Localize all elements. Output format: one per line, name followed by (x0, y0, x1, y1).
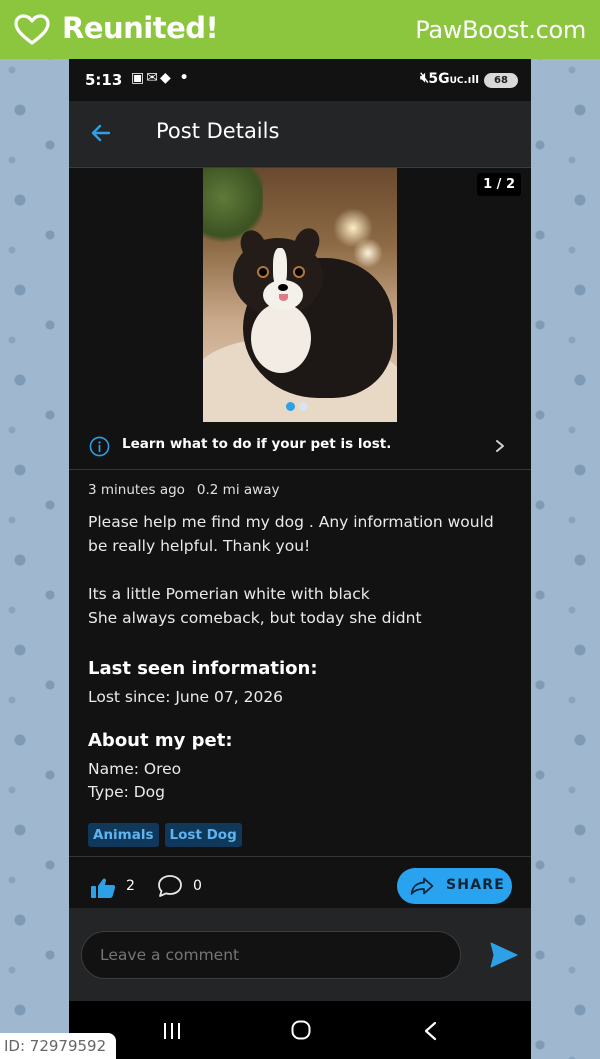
reunited-title: Reunited! (62, 11, 219, 45)
battery-level: 68 (494, 75, 508, 86)
post-body: Please help me find my dog . Any informa… (88, 510, 518, 630)
info-icon (89, 436, 110, 457)
status-bar: 5:13 ▣✉◆ • 🔇︎ 5GUC.ıll 68 (69, 59, 531, 101)
home-icon[interactable] (291, 1020, 311, 1040)
battery-indicator: 68 (484, 73, 518, 88)
share-button[interactable]: SHARE (397, 868, 512, 904)
dog-eye (295, 268, 303, 276)
chevron-right-icon (496, 440, 504, 452)
comment-bar (69, 908, 531, 1001)
network-indicator: 5GUC.ıll (428, 71, 479, 87)
pet-photo[interactable] (203, 168, 397, 422)
system-back-icon[interactable] (423, 1021, 437, 1041)
tag-lost-dog[interactable]: Lost Dog (164, 823, 242, 847)
share-label: SHARE (446, 877, 505, 893)
network-sub-label: UC (449, 76, 464, 86)
gallery-pagination (286, 402, 308, 411)
tag-list: Animals Lost Dog (88, 823, 242, 847)
reunited-banner: Reunited! PawBoost.com (0, 0, 600, 59)
dog-chest (251, 303, 311, 373)
post-distance: 0.2 mi away (196, 482, 280, 498)
status-time: 5:13 (85, 71, 123, 89)
network-label: 5G (428, 71, 450, 87)
recent-apps-icon[interactable] (162, 1022, 182, 1040)
system-nav-bar (69, 1001, 531, 1059)
pet-type: Type: Dog (88, 783, 166, 801)
dog-eye (259, 268, 267, 276)
like-count: 2 (126, 878, 135, 894)
phone-screen: 5:13 ▣✉◆ • 🔇︎ 5GUC.ıll 68 Post Details 1… (69, 59, 531, 1059)
last-seen-heading: Last seen information: (88, 658, 318, 679)
gallery-counter: 1 / 2 (477, 173, 521, 196)
post-actions: 2 0 SHARE (69, 856, 531, 908)
dog-nose (278, 284, 288, 291)
post-meta: 3 minutes ago 0.2 mi away (88, 482, 279, 498)
gallery-dot-active[interactable] (286, 402, 295, 411)
comment-icon[interactable] (157, 874, 183, 898)
notification-icons: ▣✉◆ • (131, 70, 191, 86)
brand-name: PawBoost.com (415, 16, 586, 44)
learn-text: Learn what to do if your pet is lost. (122, 436, 392, 452)
tag-animals[interactable]: Animals (88, 823, 159, 847)
app-bar: Post Details (69, 101, 531, 168)
lost-since: Lost since: June 07, 2026 (88, 688, 284, 706)
page-title: Post Details (156, 119, 280, 143)
post-time: 3 minutes ago (88, 482, 185, 498)
signal-icon: .ıll (463, 73, 480, 86)
comment-count: 0 (193, 878, 202, 894)
send-icon[interactable] (490, 942, 518, 968)
about-pet-heading: About my pet: (88, 730, 233, 751)
thumbs-up-icon[interactable] (90, 877, 116, 899)
post-message-paragraph: Its a little Pomerian white with black S… (88, 585, 422, 627)
photo-gallery[interactable]: 1 / 2 (69, 168, 531, 422)
pet-name: Name: Oreo (88, 760, 182, 778)
photo-light (353, 238, 383, 268)
heart-icon (14, 14, 50, 45)
image-id-label: ID: 72979592 (0, 1033, 117, 1059)
gallery-dot[interactable] (299, 402, 308, 411)
arrow-back-icon[interactable] (89, 121, 113, 145)
share-arrow-icon (410, 877, 434, 895)
comment-input[interactable] (81, 931, 461, 979)
learn-what-to-do-row[interactable]: Learn what to do if your pet is lost. (69, 422, 531, 470)
dog-tongue (279, 294, 288, 301)
post-message-paragraph: Please help me find my dog . Any informa… (88, 513, 494, 555)
